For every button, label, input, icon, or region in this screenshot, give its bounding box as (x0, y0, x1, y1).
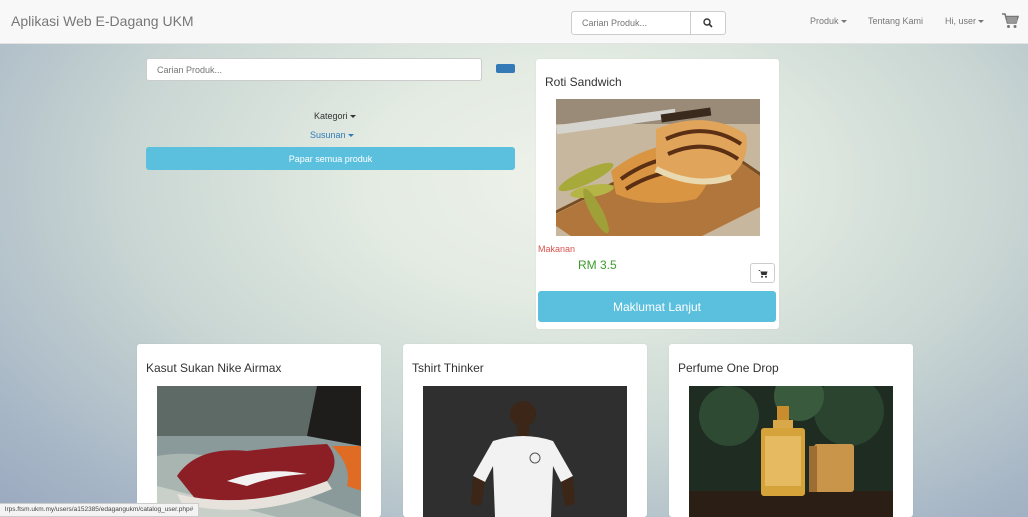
caret-down-icon (978, 20, 985, 24)
product-title: Tshirt Thinker (412, 361, 484, 375)
product-search-button[interactable] (496, 64, 515, 73)
product-image[interactable] (423, 386, 627, 517)
caret-down-icon (840, 20, 847, 24)
product-image[interactable] (689, 386, 893, 517)
navbar-search-input[interactable] (571, 11, 691, 35)
nav-tentang-kami[interactable]: Tentang Kami (868, 16, 923, 26)
search-icon (703, 18, 713, 28)
nav-user-dropdown[interactable]: Hi, user (945, 16, 985, 26)
cart-icon (757, 269, 767, 278)
product-title: Perfume One Drop (678, 361, 779, 375)
product-price: RM 3.5 (578, 258, 617, 272)
product-card: Kasut Sukan Nike Airmax (137, 344, 381, 517)
product-image[interactable] (556, 99, 760, 236)
product-category: Makanan (538, 244, 576, 254)
kategori-dropdown[interactable]: Kategori (314, 111, 356, 121)
caret-down-icon (349, 115, 356, 119)
product-card: Perfume One Drop (669, 344, 913, 517)
nav-produk-dropdown[interactable]: Produk (810, 16, 847, 26)
cart-nav-link[interactable] (1002, 13, 1020, 34)
product-search-input[interactable] (146, 58, 482, 81)
product-title: Roti Sandwich (545, 75, 622, 89)
browser-status-url: lrps.ftsm.ukm.my/users/a152385/edaganguk… (0, 503, 200, 517)
add-to-cart-button[interactable] (750, 263, 775, 283)
brand-title[interactable]: Aplikasi Web E-Dagang UKM (11, 13, 194, 29)
product-image[interactable] (157, 386, 361, 517)
susunan-dropdown[interactable]: Susunan (310, 130, 354, 140)
product-card: Tshirt Thinker (403, 344, 647, 517)
product-card: Roti Sandwich Makanan RM 3.5 Maklumat La… (536, 59, 779, 329)
caret-down-icon (347, 134, 354, 138)
product-title: Kasut Sukan Nike Airmax (146, 361, 282, 375)
papar-semua-produk-button[interactable]: Papar semua produk (146, 147, 515, 170)
maklumat-lanjut-button[interactable]: Maklumat Lanjut (538, 291, 776, 322)
cart-icon (1002, 13, 1020, 28)
navbar-search-button[interactable] (690, 11, 726, 35)
navbar: Aplikasi Web E-Dagang UKM Produk Tentang… (0, 0, 1028, 44)
